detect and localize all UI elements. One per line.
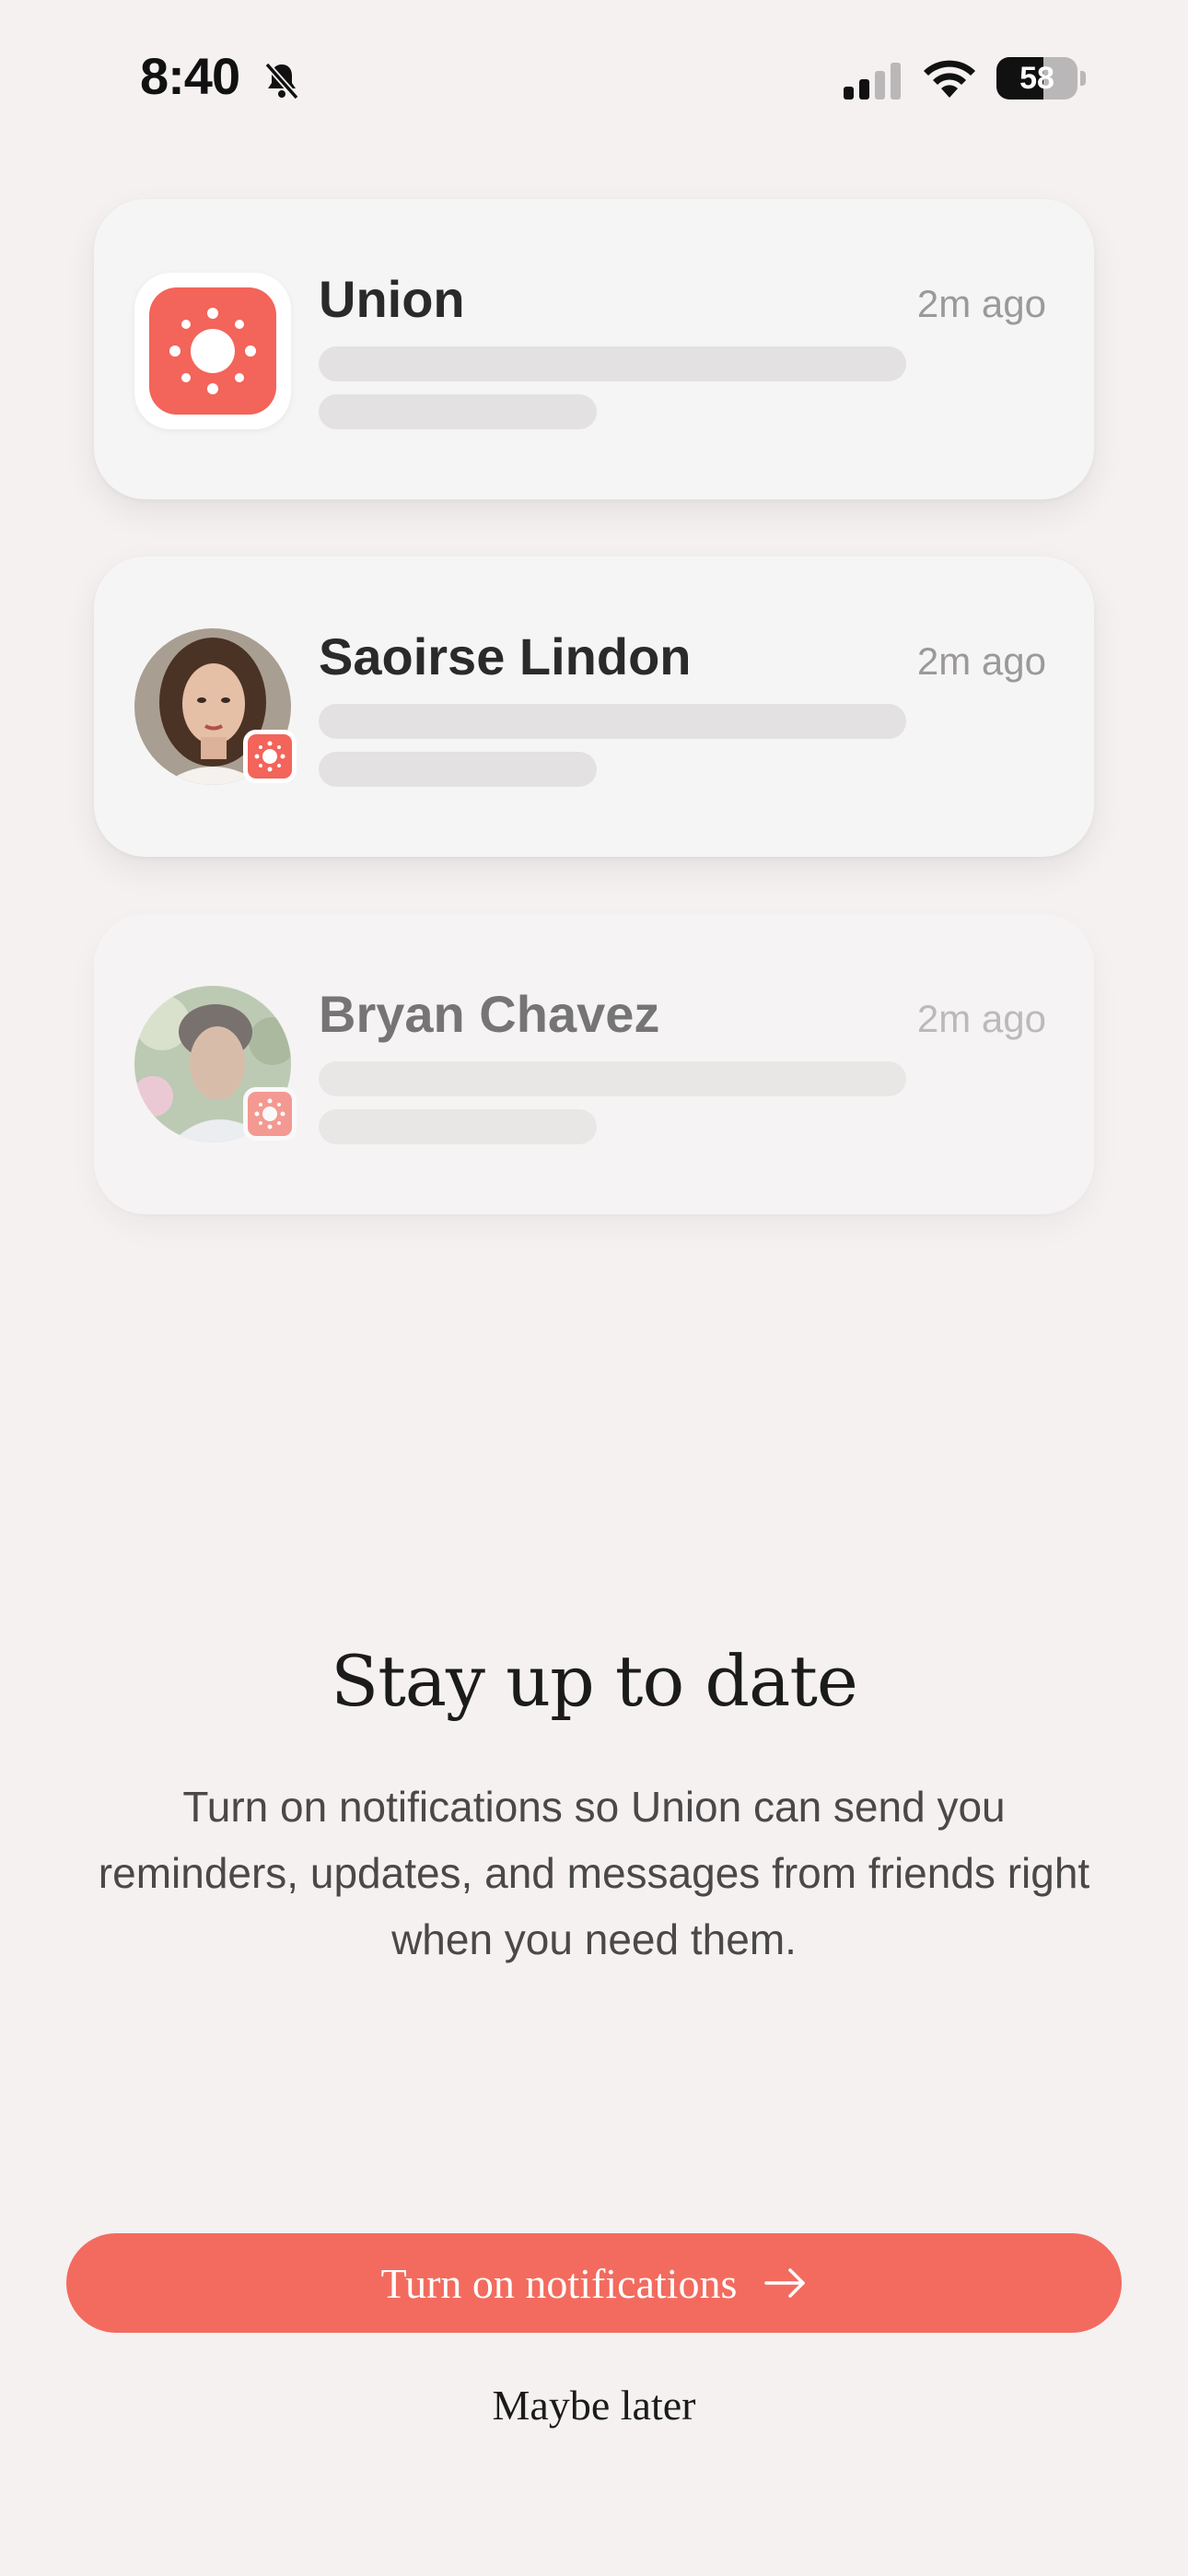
arrow-right-icon — [764, 2268, 806, 2298]
page-title: Stay up to date — [331, 1640, 858, 1722]
skeleton-line — [319, 704, 906, 739]
skeleton-line — [319, 752, 597, 787]
notification-title: Saoirse Lindon — [319, 627, 692, 685]
bell-slash-icon — [264, 62, 299, 100]
turn-on-notifications-button[interactable]: Turn on notifications — [66, 2233, 1122, 2333]
status-bar: 8:40 58 — [0, 0, 1188, 157]
notification-time: 2m ago — [916, 282, 1046, 325]
skeleton-line — [319, 346, 906, 381]
status-time: 8:40 — [140, 47, 240, 105]
maybe-later-button[interactable]: Maybe later — [0, 2381, 1188, 2430]
notification-title: Bryan Chavez — [319, 985, 660, 1043]
battery-percentage: 58 — [1019, 61, 1054, 96]
union-badge-icon — [243, 730, 297, 783]
battery-icon: 58 — [996, 57, 1086, 100]
skeleton-line — [319, 1061, 906, 1096]
sun-logo-icon — [169, 308, 256, 394]
notification-time: 2m ago — [916, 997, 1046, 1040]
turn-on-notifications-label: Turn on notifications — [380, 2259, 738, 2307]
notification-card: Saoirse Lindon 2m ago — [94, 556, 1094, 857]
notification-card: Bryan Chavez 2m ago — [94, 914, 1094, 1214]
signal-icon — [844, 63, 901, 100]
skeleton-line — [319, 1109, 597, 1144]
notification-title: Union — [319, 270, 465, 328]
union-app-icon — [134, 273, 291, 429]
description-text: Turn on notifications so Union can send … — [98, 1783, 1090, 1963]
skeleton-line — [319, 394, 597, 429]
union-badge-icon — [243, 1087, 297, 1141]
wifi-icon — [924, 60, 975, 98]
notification-card: Union 2m ago — [94, 199, 1094, 499]
notification-time: 2m ago — [916, 639, 1046, 683]
